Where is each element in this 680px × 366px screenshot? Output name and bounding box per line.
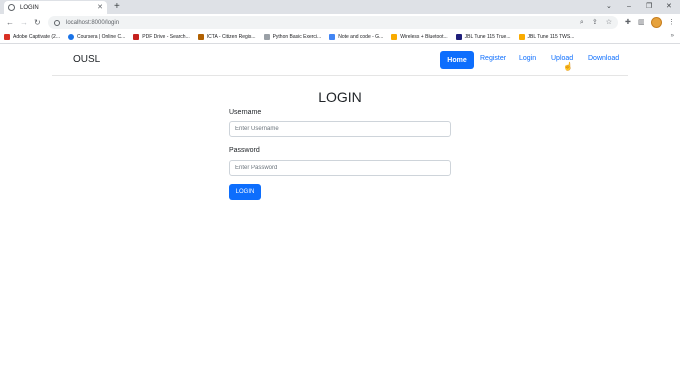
nav-login-link[interactable]: Login bbox=[519, 55, 536, 62]
menu-icon[interactable]: ⋮ bbox=[668, 17, 675, 28]
brand-logo[interactable]: OUSL bbox=[73, 54, 100, 65]
nav-register-link[interactable]: Register bbox=[480, 55, 506, 62]
close-icon[interactable]: ✕ bbox=[97, 4, 103, 11]
username-input[interactable] bbox=[229, 121, 451, 137]
bookmark-icon bbox=[197, 34, 204, 40]
url-text: localhost:8000/login bbox=[66, 19, 120, 26]
nav-download-link[interactable]: Download bbox=[588, 55, 619, 62]
nav-upload-link[interactable]: Upload bbox=[551, 55, 573, 62]
bookmark-item[interactable]: ICTA - Citizen Regis... bbox=[197, 34, 256, 40]
forward-arrow-icon[interactable]: → bbox=[20, 16, 28, 29]
document-icon bbox=[329, 34, 336, 40]
bookmark-icon bbox=[455, 34, 462, 40]
chevron-right-icon[interactable]: » bbox=[671, 33, 674, 39]
page-title: LOGIN bbox=[318, 89, 362, 105]
share-icon[interactable]: ⇪ bbox=[592, 19, 598, 26]
bookmark-item[interactable]: JBL Tune 115 True... bbox=[455, 34, 511, 40]
browser-window: LOGIN ✕ + ⌄ – ❐ ✕ ← → ↻ localhost:8000/l… bbox=[0, 0, 680, 366]
globe-icon bbox=[8, 4, 15, 11]
bookmark-item[interactable]: PDF Drive - Search... bbox=[133, 34, 190, 40]
mouse-cursor-icon: ☝ bbox=[563, 62, 573, 71]
side-panel-icon[interactable]: ▥ bbox=[638, 17, 645, 28]
chevron-down-icon[interactable]: ⌄ bbox=[606, 1, 612, 13]
browser-tab[interactable]: LOGIN ✕ bbox=[4, 1, 107, 14]
page-content: OUSL Home Register Login Upload Download… bbox=[0, 44, 680, 365]
avatar[interactable] bbox=[651, 17, 662, 28]
bookmark-icon bbox=[391, 34, 398, 40]
bookmark-item[interactable]: Note and code - G... bbox=[329, 34, 383, 40]
bookmarks-bar: Adobe Captivate (2... Coursera | Online … bbox=[0, 31, 680, 44]
restore-icon[interactable]: ❐ bbox=[646, 1, 652, 13]
bookmark-item[interactable]: JBL Tune 115 TWS... bbox=[518, 34, 574, 40]
browser-toolbar: ← → ↻ localhost:8000/login ⌕ ⇪ ☆ ✚ ▥ ⋮ bbox=[0, 14, 680, 31]
new-tab-icon[interactable]: + bbox=[114, 1, 120, 13]
extensions-icon[interactable]: ✚ bbox=[625, 17, 631, 28]
bookmark-item[interactable]: Adobe Captivate (2... bbox=[4, 34, 60, 40]
bookmark-item[interactable]: Python Basic Exerci... bbox=[263, 34, 321, 40]
login-button[interactable]: LOGIN bbox=[229, 184, 261, 200]
reload-icon[interactable]: ↻ bbox=[34, 16, 41, 29]
star-icon[interactable]: ☆ bbox=[606, 19, 612, 26]
address-bar[interactable]: localhost:8000/login ⌕ ⇪ ☆ bbox=[48, 16, 618, 29]
password-label: Password bbox=[229, 147, 260, 154]
bookmark-icon bbox=[133, 34, 140, 40]
bookmark-item[interactable]: Coursera | Online C... bbox=[67, 34, 125, 40]
site-navbar: OUSL Home Register Login Upload Download bbox=[52, 44, 628, 76]
bookmark-icon bbox=[4, 34, 10, 40]
username-label: Username bbox=[229, 109, 262, 116]
bookmark-item[interactable]: Wireless + Bluetoot... bbox=[391, 34, 448, 40]
minimize-icon[interactable]: – bbox=[627, 1, 631, 13]
nav-home-button[interactable]: Home bbox=[440, 51, 474, 69]
code-icon bbox=[263, 34, 270, 40]
tab-title: LOGIN bbox=[20, 4, 39, 11]
password-input[interactable] bbox=[229, 160, 451, 176]
bookmark-icon bbox=[518, 34, 525, 40]
bookmark-icon bbox=[67, 34, 74, 40]
window-close-icon[interactable]: ✕ bbox=[666, 1, 672, 13]
back-arrow-icon[interactable]: ← bbox=[6, 16, 14, 29]
search-icon[interactable]: ⌕ bbox=[580, 19, 584, 26]
tab-strip: LOGIN ✕ + ⌄ – ❐ ✕ bbox=[0, 0, 680, 14]
info-icon[interactable] bbox=[54, 19, 60, 26]
